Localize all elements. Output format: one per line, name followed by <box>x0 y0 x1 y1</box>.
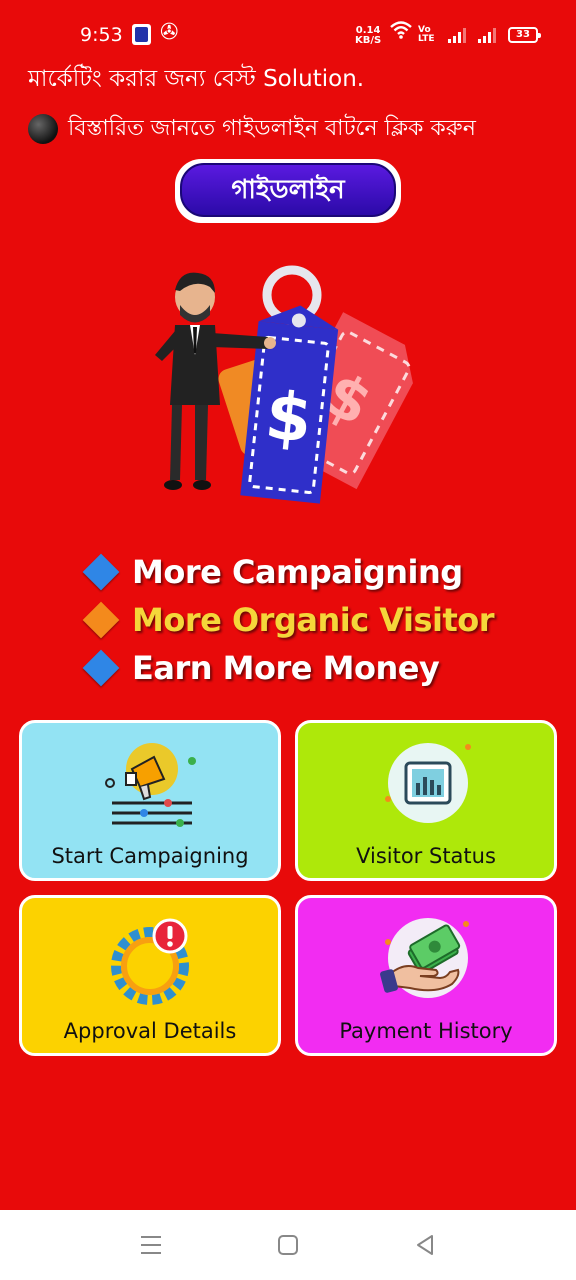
diamond-icon <box>82 649 120 687</box>
app-notification-icon: ✇ <box>160 20 179 45</box>
system-navigation-bar <box>0 1210 576 1280</box>
hero-illustration: $ $ <box>155 265 413 504</box>
megaphone-icon <box>105 743 196 827</box>
feature-text: Earn More Money <box>132 649 440 687</box>
card-label: Payment History <box>339 1019 513 1043</box>
feature-item: More Organic Visitor <box>78 596 558 644</box>
visitor-status-card[interactable]: Visitor Status <box>295 720 557 881</box>
status-time: 9:53 <box>80 24 123 46</box>
chart-icon <box>385 743 471 823</box>
guide-hint: বিস্তারিত জানতে গাইডলাইন বাটনে ক্লিক করু… <box>28 112 574 146</box>
diamond-icon <box>82 553 120 591</box>
start-campaigning-card[interactable]: Start Campaigning <box>19 720 281 881</box>
cash-hand-icon <box>380 918 469 998</box>
volte-indicator: Vo LTE <box>418 25 435 44</box>
wifi-icon <box>390 20 412 44</box>
card-label: Start Campaigning <box>51 844 249 868</box>
guideline-button-label: গাইডলাইন <box>180 163 396 217</box>
blue-tag-dollar-sign: $ <box>262 377 316 458</box>
menu-icon[interactable] <box>138 1232 164 1258</box>
approval-gear-icon <box>111 918 189 1005</box>
signal-icon-2 <box>478 27 498 43</box>
home-icon[interactable] <box>275 1232 301 1258</box>
feature-text: More Organic Visitor <box>132 601 495 639</box>
signal-icon <box>448 27 468 43</box>
network-speed: 0.14 KB/S <box>355 25 382 46</box>
card-label: Approval Details <box>63 1019 237 1043</box>
payment-history-card[interactable]: Payment History <box>295 895 557 1056</box>
card-label: Visitor Status <box>356 844 496 868</box>
feature-text: More Campaigning <box>132 553 463 591</box>
feature-list: More Campaigning More Organic Visitor Ea… <box>78 548 558 692</box>
blue-price-tag: $ <box>240 305 339 504</box>
battery-icon: 33 <box>508 27 541 43</box>
status-bar: 9:53 ✇ 0.14 KB/S Vo LTE 33 <box>0 0 576 68</box>
tagline: মার্কেটিং করার জন্য বেস্ট Solution. <box>28 66 365 92</box>
guide-hint-text: বিস্তারিত জানতে গাইডলাইন বাটনে ক্লিক করু… <box>68 115 476 141</box>
back-icon[interactable] <box>412 1232 438 1258</box>
feature-item: Earn More Money <box>78 644 558 692</box>
approval-details-card[interactable]: Approval Details <box>19 895 281 1056</box>
guideline-button[interactable]: গাইডলাইন <box>175 159 401 223</box>
document-notification-icon <box>132 24 151 45</box>
feature-item: More Campaigning <box>78 548 558 596</box>
diamond-icon <box>82 601 120 639</box>
bullet-dot-icon <box>28 114 58 144</box>
